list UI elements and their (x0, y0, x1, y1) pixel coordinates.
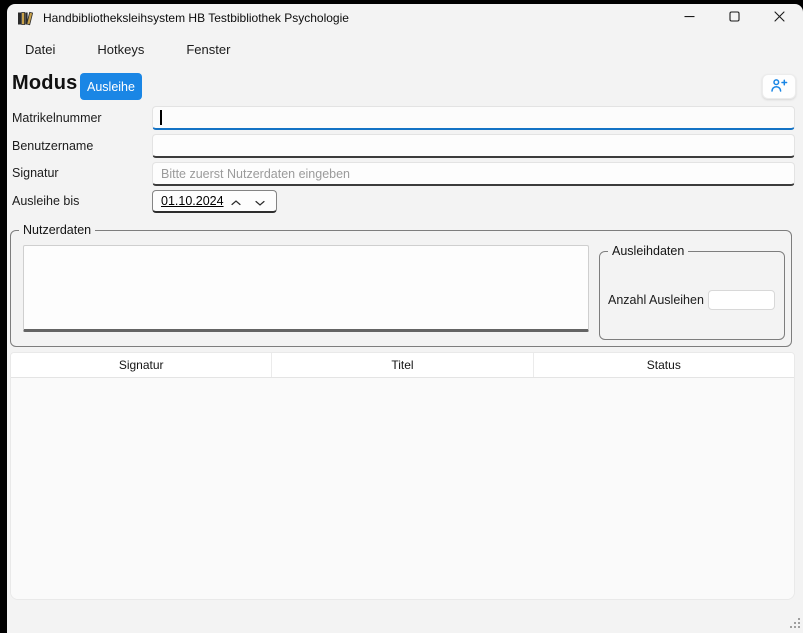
window-controls (662, 4, 797, 32)
nutzerdaten-legend: Nutzerdaten (19, 223, 95, 237)
matrikelnummer-input[interactable] (152, 106, 795, 130)
app-window: Handbibliotheksleihsystem HB Testbibliot… (7, 4, 803, 633)
title-bar: Handbibliotheksleihsystem HB Testbibliot… (7, 4, 803, 32)
benutzername-field-wrap (152, 134, 795, 158)
table-header-row: Signatur Titel Status (11, 353, 794, 378)
benutzername-label: Benutzername (12, 139, 93, 153)
mode-heading: Modus (12, 72, 77, 95)
close-button[interactable] (761, 4, 797, 32)
menu-bar: Datei Hotkeys Fenster (18, 36, 237, 62)
resize-grip[interactable] (790, 618, 792, 620)
column-header-status[interactable]: Status (534, 353, 794, 377)
menu-item-fenster[interactable]: Fenster (179, 39, 237, 60)
library-books-icon (17, 10, 34, 27)
nutzerdaten-groupbox: Nutzerdaten Ausleihdaten Anzahl Ausleihe… (10, 230, 792, 347)
ausleihdaten-groupbox: Ausleihdaten Anzahl Ausleihen (599, 251, 785, 340)
chevron-down-icon (255, 194, 265, 209)
benutzername-input[interactable] (152, 134, 795, 158)
minimize-icon (684, 9, 695, 27)
signatur-input[interactable] (152, 162, 795, 186)
nutzerdaten-textarea[interactable] (23, 245, 589, 332)
ausleihdaten-legend: Ausleihdaten (608, 244, 688, 258)
menu-item-datei[interactable]: Datei (18, 39, 62, 60)
window-title: Handbibliotheksleihsystem HB Testbibliot… (43, 11, 349, 25)
maximize-icon (729, 9, 740, 27)
mode-ausleihe-button[interactable]: Ausleihe (80, 73, 142, 100)
ausleihe-bis-label: Ausleihe bis (12, 194, 79, 208)
signatur-label: Signatur (12, 166, 59, 180)
date-value: 01.10.2024 (161, 194, 224, 208)
column-header-signatur[interactable]: Signatur (11, 353, 272, 377)
close-icon (774, 9, 785, 27)
chevron-up-icon (231, 194, 241, 209)
person-add-icon (770, 78, 788, 96)
minimize-button[interactable] (671, 4, 707, 32)
signatur-field-wrap (152, 162, 795, 186)
date-decrement-button[interactable] (248, 191, 272, 211)
ausleihe-bis-date-spinner[interactable]: 01.10.2024 (152, 190, 277, 213)
maximize-button[interactable] (716, 4, 752, 32)
anzahl-ausleihen-label: Anzahl Ausleihen (608, 293, 704, 307)
table-body-empty (11, 378, 794, 599)
column-header-titel[interactable]: Titel (272, 353, 533, 377)
anzahl-ausleihen-input[interactable] (708, 290, 775, 310)
matrikelnummer-label: Matrikelnummer (12, 111, 102, 125)
date-increment-button[interactable] (224, 191, 248, 211)
loans-table: Signatur Titel Status (10, 352, 795, 600)
menu-item-hotkeys[interactable]: Hotkeys (90, 39, 151, 60)
matrikelnummer-field-wrap (152, 106, 795, 130)
add-user-button[interactable] (762, 74, 796, 99)
